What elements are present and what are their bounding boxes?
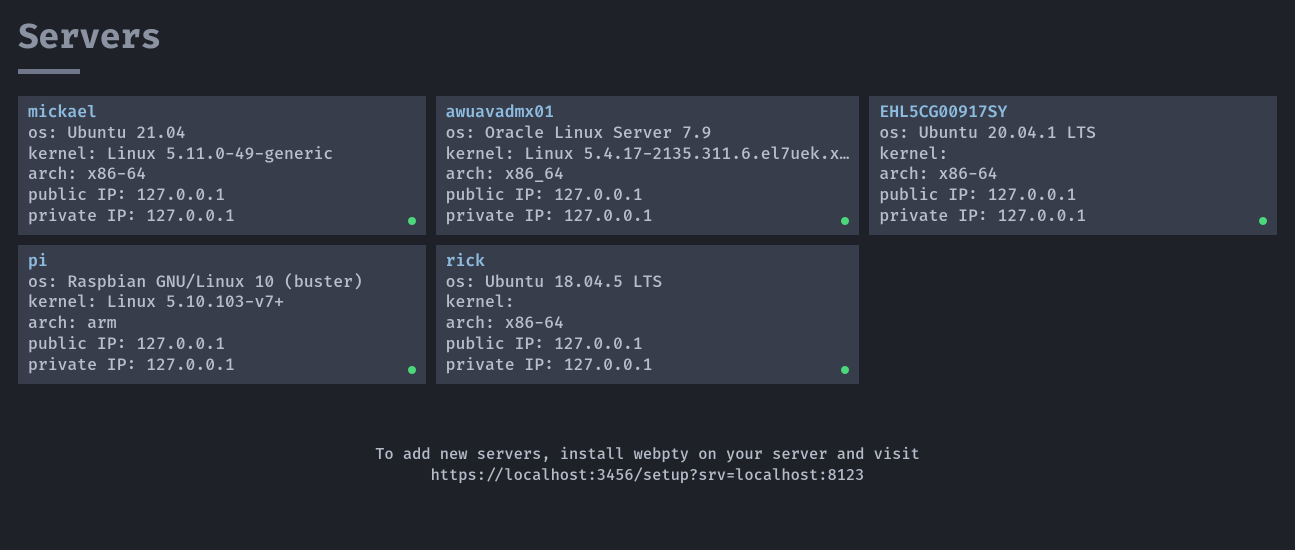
server-name: EHL5CG00917SY [879,102,1267,123]
server-card[interactable]: mickaelos: Ubuntu 21.04kernel: Linux 5.1… [18,96,426,235]
os-label: os: [28,272,67,292]
os-label: os: [446,123,485,143]
os-value: Ubuntu 18.04.5 LTS [485,272,662,292]
private-ip-label: private IP: [446,355,564,375]
server-os-row: os: Ubuntu 20.04.1 LTS [879,123,1267,144]
kernel-value: Linux 5.10.103-v7+ [107,292,284,312]
server-public-ip-row: public IP: 127.0.0.1 [28,334,416,355]
kernel-label: kernel: [879,144,948,164]
server-kernel-row: kernel: Linux 5.10.103-v7+ [28,292,416,313]
kernel-label: kernel: [28,292,107,312]
server-kernel-row: kernel: [446,292,850,313]
footer-line-1: To add new servers, install webpty on yo… [18,444,1277,466]
os-label: os: [446,272,485,292]
public-ip-value: 127.0.0.1 [554,334,643,354]
os-label: os: [28,123,67,143]
private-ip-value: 127.0.0.1 [998,206,1087,226]
arch-value: x86-64 [87,164,146,184]
arch-value: arm [87,313,117,333]
private-ip-label: private IP: [28,206,146,226]
arch-value: x86-64 [505,313,564,333]
server-name: rick [446,251,850,272]
server-kernel-row: kernel: [879,144,1267,165]
status-indicator-icon [408,366,416,374]
public-ip-value: 127.0.0.1 [136,334,225,354]
public-ip-value: 127.0.0.1 [988,185,1077,205]
kernel-value: Linux 5.4.17-2135.311.6.el7uek.x… [524,144,849,164]
arch-value: x86-64 [938,164,997,184]
public-ip-label: public IP: [879,185,987,205]
private-ip-label: private IP: [446,206,564,226]
status-indicator-icon [841,366,849,374]
kernel-value: Linux 5.11.0-49-generic [107,144,333,164]
page-title: Servers [18,18,1277,59]
os-label: os: [879,123,918,143]
title-underline [18,69,80,74]
private-ip-label: private IP: [879,206,997,226]
kernel-label: kernel: [446,144,525,164]
server-arch-row: arch: x86-64 [446,313,850,334]
server-kernel-row: kernel: Linux 5.4.17-2135.311.6.el7uek.x… [446,144,850,165]
footer-line-2: https://localhost:3456/setup?srv=localho… [18,465,1277,487]
public-ip-value: 127.0.0.1 [554,185,643,205]
public-ip-label: public IP: [446,334,554,354]
private-ip-value: 127.0.0.1 [564,355,653,375]
public-ip-label: public IP: [28,334,136,354]
server-name: pi [28,251,416,272]
server-public-ip-row: public IP: 127.0.0.1 [446,334,850,355]
server-name: awuavadmx01 [446,102,850,123]
server-arch-row: arch: x86-64 [879,164,1267,185]
arch-value: x86_64 [505,164,564,184]
os-value: Ubuntu 20.04.1 LTS [919,123,1096,143]
arch-label: arch: [28,164,87,184]
arch-label: arch: [446,164,505,184]
status-indicator-icon [408,217,416,225]
server-os-row: os: Oracle Linux Server 7.9 [446,123,850,144]
arch-label: arch: [446,313,505,333]
public-ip-value: 127.0.0.1 [136,185,225,205]
private-ip-label: private IP: [28,355,146,375]
status-indicator-icon [1259,217,1267,225]
public-ip-label: public IP: [446,185,554,205]
os-value: Oracle Linux Server 7.9 [485,123,711,143]
os-value: Ubuntu 21.04 [67,123,185,143]
server-card[interactable]: awuavadmx01os: Oracle Linux Server 7.9ke… [436,96,860,235]
server-private-ip-row: private IP: 127.0.0.1 [879,206,1267,227]
server-card[interactable]: EHL5CG00917SYos: Ubuntu 20.04.1 LTSkerne… [869,96,1277,235]
server-card[interactable]: pios: Raspbian GNU/Linux 10 (buster)kern… [18,245,426,384]
footer-hint: To add new servers, install webpty on yo… [18,444,1277,488]
server-private-ip-row: private IP: 127.0.0.1 [446,206,850,227]
server-grid: mickaelos: Ubuntu 21.04kernel: Linux 5.1… [18,96,1277,384]
server-name: mickael [28,102,416,123]
kernel-label: kernel: [446,292,515,312]
public-ip-label: public IP: [28,185,136,205]
arch-label: arch: [879,164,938,184]
server-os-row: os: Ubuntu 18.04.5 LTS [446,272,850,293]
server-arch-row: arch: x86_64 [446,164,850,185]
private-ip-value: 127.0.0.1 [146,206,235,226]
server-private-ip-row: private IP: 127.0.0.1 [446,355,850,376]
arch-label: arch: [28,313,87,333]
server-private-ip-row: private IP: 127.0.0.1 [28,355,416,376]
server-arch-row: arch: x86-64 [28,164,416,185]
server-kernel-row: kernel: Linux 5.11.0-49-generic [28,144,416,165]
kernel-label: kernel: [28,144,107,164]
server-os-row: os: Raspbian GNU/Linux 10 (buster) [28,272,416,293]
server-arch-row: arch: arm [28,313,416,334]
server-os-row: os: Ubuntu 21.04 [28,123,416,144]
server-public-ip-row: public IP: 127.0.0.1 [446,185,850,206]
server-public-ip-row: public IP: 127.0.0.1 [28,185,416,206]
server-public-ip-row: public IP: 127.0.0.1 [879,185,1267,206]
server-private-ip-row: private IP: 127.0.0.1 [28,206,416,227]
private-ip-value: 127.0.0.1 [146,355,235,375]
os-value: Raspbian GNU/Linux 10 (buster) [67,272,362,292]
server-card[interactable]: rickos: Ubuntu 18.04.5 LTSkernel: arch: … [436,245,860,384]
private-ip-value: 127.0.0.1 [564,206,653,226]
